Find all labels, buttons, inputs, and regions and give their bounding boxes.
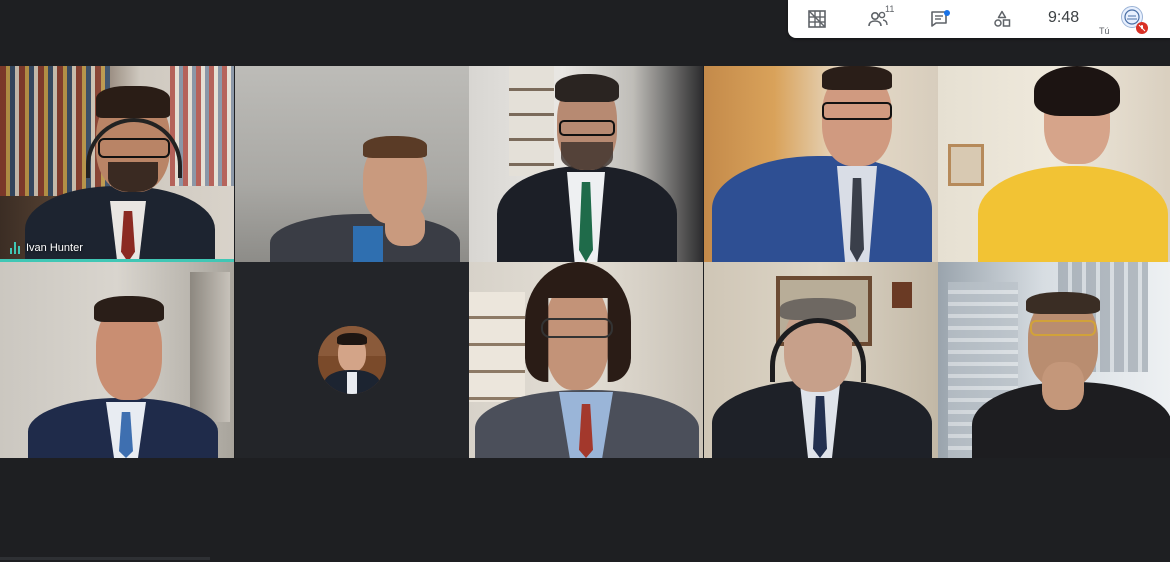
self-view[interactable]: Tú (1099, 4, 1148, 36)
activities-icon[interactable] (991, 8, 1013, 30)
wall-picture (948, 144, 984, 186)
wall-picture (892, 282, 912, 308)
hair (780, 298, 856, 320)
shirt (353, 226, 383, 262)
hand (1042, 362, 1084, 410)
hand (385, 206, 425, 246)
avatar (318, 326, 386, 394)
grid-view-icon[interactable] (806, 8, 828, 30)
divider (0, 557, 210, 560)
glasses (822, 102, 892, 120)
hair (96, 86, 170, 118)
hair (822, 66, 892, 90)
hair (363, 136, 427, 158)
meeting-clock: 9:48 (1048, 9, 1080, 26)
video-grid: Ivan Hunter (0, 66, 1170, 458)
person-body (978, 166, 1168, 262)
participant-tile[interactable] (469, 66, 703, 262)
hair (555, 74, 619, 102)
people-button[interactable]: 11 (866, 4, 894, 30)
participant-count: 11 (885, 4, 895, 14)
chat-icon (930, 10, 950, 28)
window (190, 272, 230, 422)
meeting-toolbar: 11 9:48 Tú (788, 0, 1170, 38)
participant-tile[interactable] (704, 262, 938, 458)
speaking-indicator-icon (10, 242, 20, 254)
hair (1034, 66, 1120, 116)
participant-tile[interactable]: Ivan Hunter (0, 66, 234, 262)
participant-tile[interactable] (235, 262, 469, 458)
beard (561, 142, 613, 170)
participant-tile[interactable] (938, 262, 1170, 458)
participant-tile[interactable] (938, 66, 1170, 262)
participant-tile[interactable] (0, 262, 234, 458)
hair (94, 296, 164, 322)
glasses (559, 120, 615, 136)
glasses (541, 318, 613, 338)
participant-name: Ivan Hunter (26, 242, 83, 254)
person-body (712, 156, 932, 262)
participant-tile[interactable] (235, 66, 469, 262)
participant-tile[interactable] (469, 262, 703, 458)
self-label: Tú (1099, 26, 1110, 36)
hair (337, 333, 367, 345)
participant-name-tag: Ivan Hunter (10, 242, 83, 254)
chat-notification-dot (944, 10, 950, 16)
mic-off-icon (1136, 22, 1148, 34)
chat-button[interactable] (928, 8, 950, 30)
shelf (469, 292, 525, 402)
participant-tile[interactable] (704, 66, 938, 262)
shelf (509, 66, 554, 176)
shirt (347, 372, 357, 394)
hair (1026, 292, 1100, 314)
glasses (1030, 320, 1096, 336)
